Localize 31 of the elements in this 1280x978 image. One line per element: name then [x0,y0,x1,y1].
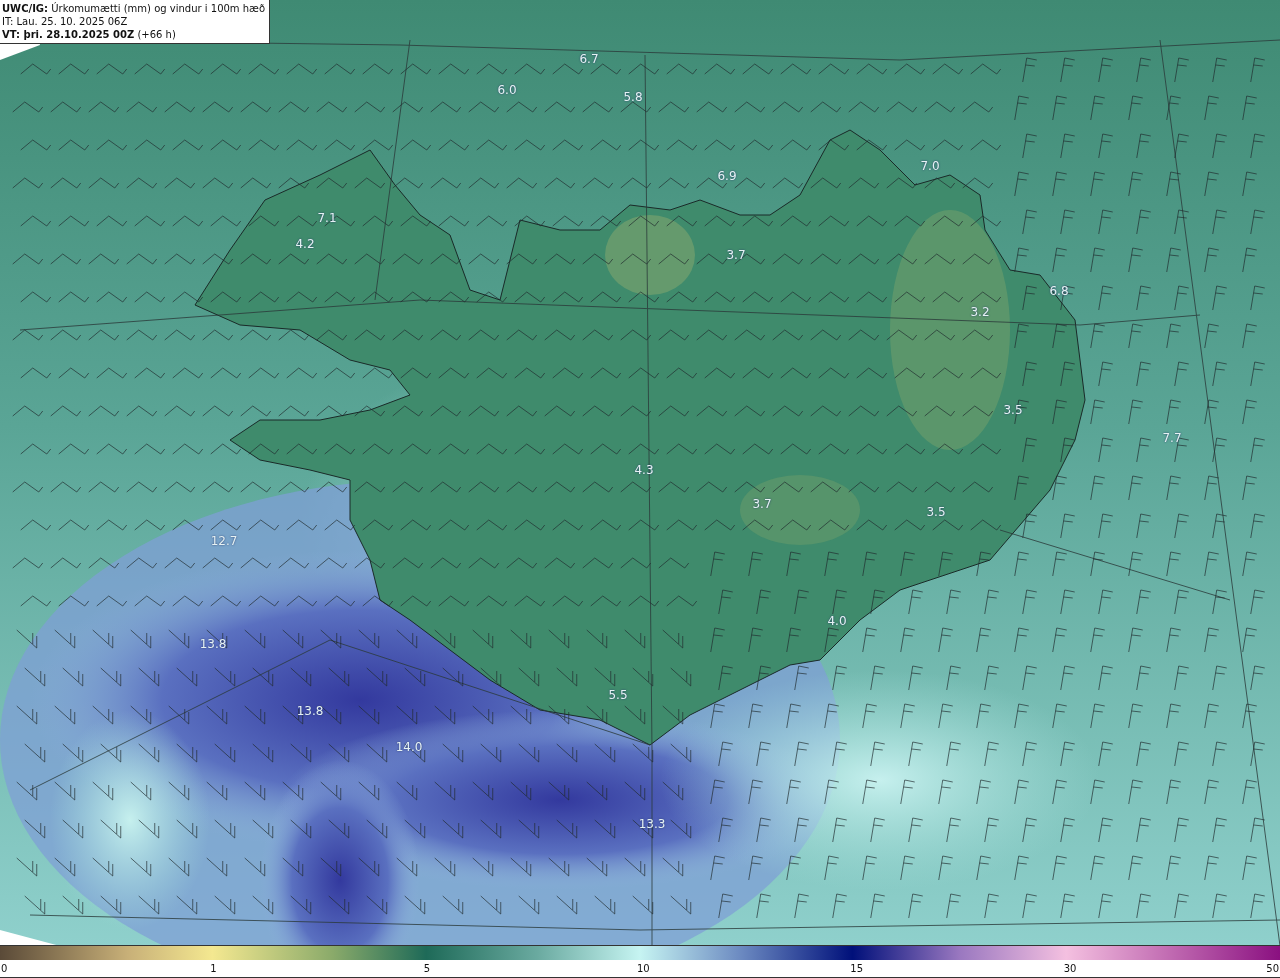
precipitation-value: 4.3 [634,463,654,477]
precipitation-value: 4.0 [827,614,847,628]
precipitation-value: 3.5 [1003,403,1023,417]
precipitation-value: 5.5 [608,688,628,702]
valid-time: VT: þri. 28.10.2025 00Z (+66 h) [2,28,177,41]
init-time: IT: Lau. 25. 10. 2025 06Z [2,15,129,28]
precipitation-value: 4.2 [295,237,315,251]
precipitation-value: 6.7 [579,52,599,66]
precipitation-value: 6.9 [717,169,737,183]
precipitation-value: 3.5 [926,505,946,519]
precipitation-value: 3.7 [726,248,746,262]
precipitation-value: 7.0 [920,159,940,173]
colorbar-tick-label: 50 [1266,963,1279,974]
colorbar-tick-label: 5 [423,963,431,974]
precipitation-value: 7.1 [317,211,337,225]
precipitation-value: 12.7 [210,534,238,548]
colorbar-tick-label: 10 [637,963,650,974]
precipitation-value: 13.8 [199,637,227,651]
colorbar-tick-label: 15 [850,963,864,974]
precipitation-value: 3.7 [752,497,772,511]
map-title: UWC/IG: Úrkomumætti (mm) og vindur i 100m hæð [2,2,266,15]
precipitation-value: 6.8 [1049,284,1069,298]
precipitation-value: 5.8 [623,90,643,104]
precipitation-value: 13.3 [638,817,666,831]
precipitation-value: 13.8 [296,704,324,718]
precipitation-value: 7.7 [1162,431,1182,445]
precipitation-value: 3.2 [970,305,990,319]
colorbar-tick-label: 1 [210,963,217,974]
colorbar-tick-label: 30 [1063,963,1077,974]
colorbar-tick-label: 0 [1,963,8,974]
precipitation-value: 6.0 [497,83,517,97]
